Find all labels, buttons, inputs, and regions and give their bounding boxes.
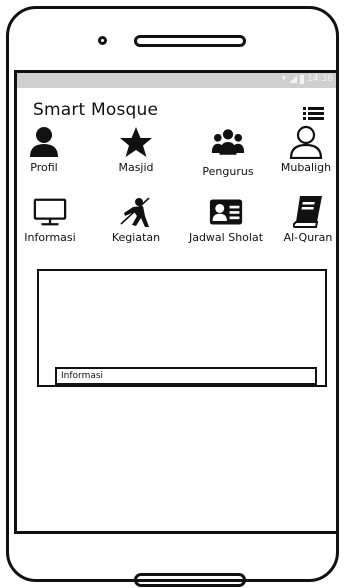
phone-screen: ▾ 14:36 Smart Mosque Profil Masjid Pengu…	[14, 70, 339, 534]
menu-label: Informasi	[24, 231, 76, 244]
id-card-icon	[209, 195, 243, 229]
menu-label: Kegiatan	[111, 231, 161, 244]
menu-label: Mubaligh	[280, 161, 332, 174]
info-caption: Informasi	[55, 367, 317, 385]
menu-list-icon[interactable]	[303, 107, 324, 120]
menu-label: Jadwal Sholat	[188, 231, 264, 244]
menu-item-pengurus[interactable]: Pengurus	[193, 125, 263, 178]
menu-item-masjid[interactable]: Masjid	[101, 125, 171, 174]
menu-item-kegiatan[interactable]: Kegiatan	[103, 195, 169, 244]
home-button[interactable]	[134, 573, 246, 587]
star-icon	[119, 125, 153, 159]
menu-item-al-quran[interactable]: Al-Quran	[277, 195, 336, 244]
info-panel[interactable]: Informasi	[37, 269, 327, 387]
camera-dot	[98, 36, 107, 45]
menu-label: Masjid	[118, 161, 154, 174]
menu-item-profil[interactable]: Profil	[19, 125, 69, 174]
menu-label: Pengurus	[202, 165, 254, 178]
user-outline-icon	[289, 125, 323, 159]
monitor-icon	[33, 195, 67, 229]
signal-icon	[289, 75, 298, 83]
app-title: Smart Mosque	[33, 100, 159, 120]
menu-label: Profil	[30, 161, 58, 174]
status-bar: ▾ 14:36	[17, 73, 336, 88]
menu-item-jadwal-sholat[interactable]: Jadwal Sholat	[183, 195, 269, 244]
wifi-icon: ▾	[281, 74, 287, 84]
status-time: 14:36	[307, 74, 333, 84]
speaker-slot	[134, 35, 246, 47]
battery-icon	[300, 74, 305, 84]
fencing-icon	[119, 195, 153, 229]
menu-item-mubaligh[interactable]: Mubaligh	[273, 125, 336, 174]
status-icons: ▾ 14:36	[282, 74, 333, 84]
book-icon	[291, 195, 325, 229]
menu-item-informasi[interactable]: Informasi	[17, 195, 83, 244]
users-icon	[211, 125, 245, 159]
menu-label: Al-Quran	[283, 231, 333, 244]
user-icon	[27, 125, 61, 159]
